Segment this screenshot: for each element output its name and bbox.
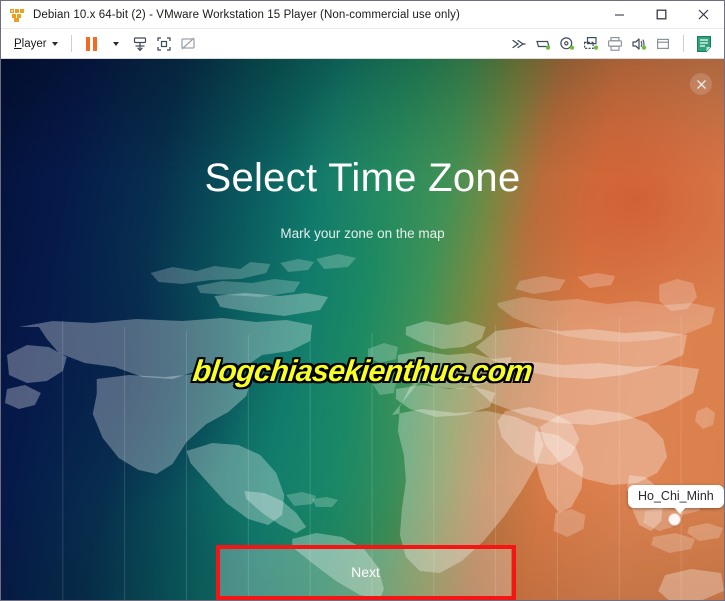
- network-adapter-icon: [583, 36, 599, 50]
- page-title: Select Time Zone: [204, 156, 521, 200]
- window-controls: [598, 1, 724, 29]
- map-arctic: [150, 254, 357, 316]
- fullscreen-off-icon: [180, 37, 195, 49]
- cd-dvd-icon: [560, 36, 575, 50]
- vm-toolbar: Player: [1, 29, 724, 59]
- show-message-log-button[interactable]: [692, 32, 716, 56]
- toolbar-separator: [683, 35, 684, 52]
- world-map[interactable]: [1, 59, 724, 600]
- maximize-button[interactable]: [640, 1, 682, 29]
- usb-device-button[interactable]: [651, 32, 675, 56]
- toolbar-separator: [70, 35, 72, 52]
- installer-close-button[interactable]: [690, 73, 712, 95]
- close-button[interactable]: [682, 1, 724, 29]
- exit-fullscreen-button[interactable]: [176, 32, 200, 56]
- next-button[interactable]: Next: [220, 548, 511, 596]
- next-button-wrapper: Next: [220, 548, 511, 596]
- toolbar-left-group: Player: [1, 32, 200, 56]
- cd-dvd-button[interactable]: [555, 32, 579, 56]
- speaker-icon: [632, 37, 647, 50]
- timezone-marker[interactable]: [669, 514, 680, 525]
- vmware-logo-icon: [9, 7, 25, 23]
- message-log-icon: [697, 35, 711, 52]
- send-key-icon: [133, 36, 146, 51]
- page-subtitle: Mark your zone on the map: [280, 226, 445, 241]
- vm-display-area[interactable]: Select Time Zone Mark your zone on the m…: [1, 59, 724, 600]
- double-chevron-icon: [512, 39, 526, 48]
- minimize-button[interactable]: [598, 1, 640, 29]
- send-ctrl-alt-del-button[interactable]: [128, 32, 152, 56]
- player-menu-label: Player: [14, 37, 47, 50]
- hard-disk-button[interactable]: [531, 32, 555, 56]
- window-title: Debian 10.x 64-bit (2) - VMware Workstat…: [33, 8, 460, 21]
- unity-mode-icon: [156, 36, 171, 51]
- title-bar: Debian 10.x 64-bit (2) - VMware Workstat…: [1, 1, 724, 29]
- sound-card-button[interactable]: [627, 32, 651, 56]
- network-adapter-button[interactable]: [579, 32, 603, 56]
- close-icon: [696, 79, 706, 89]
- printer-button[interactable]: [603, 32, 627, 56]
- watermark-text: blogchiasekienthuc.com: [190, 355, 535, 388]
- chevron-down-icon: [112, 41, 119, 46]
- pause-icon: [86, 36, 98, 51]
- vmware-player-window: Debian 10.x 64-bit (2) - VMware Workstat…: [0, 0, 725, 601]
- printer-icon: [608, 36, 622, 51]
- hard-disk-icon: [536, 40, 551, 50]
- pause-button[interactable]: [80, 32, 104, 56]
- timezone-tooltip: Ho_Chi_Minh: [628, 485, 724, 514]
- send-key-button[interactable]: [507, 32, 531, 56]
- pause-dropdown-button[interactable]: [104, 32, 128, 56]
- unity-mode-button[interactable]: [152, 32, 176, 56]
- world-map-svg: [4, 254, 724, 600]
- player-menu-button[interactable]: Player: [10, 35, 63, 53]
- chevron-down-icon: [51, 41, 58, 46]
- usb-box-icon: [656, 38, 670, 49]
- toolbar-right-group: [507, 32, 724, 56]
